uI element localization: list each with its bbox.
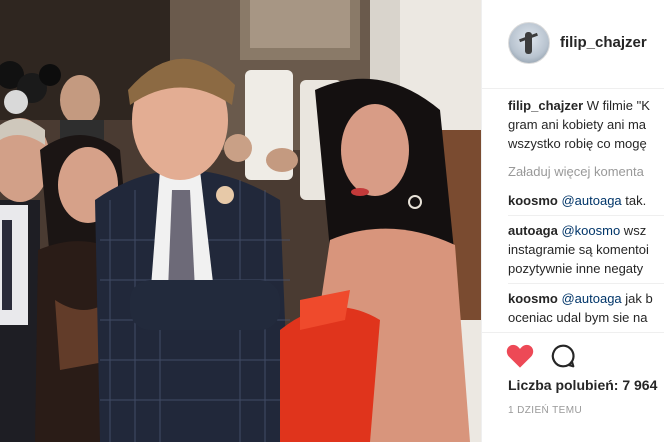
- likes-count[interactable]: Liczba polubień: 7 964: [508, 377, 657, 393]
- heart-icon[interactable]: [506, 343, 534, 369]
- comment-item: autoaga @koosmo wsz instagramie są komen…: [508, 215, 664, 278]
- comment-mention[interactable]: @koosmo: [561, 223, 620, 238]
- comment-mention[interactable]: @autoaga: [561, 193, 621, 208]
- username-link[interactable]: filip_chajzer: [560, 34, 647, 51]
- comment-item: koosmo @autoaga tak.: [508, 191, 664, 210]
- post-photo[interactable]: [0, 0, 481, 442]
- caption-text-line-3: wszystko robię co mogę: [508, 136, 647, 151]
- caption-text-line-1: W filmie "K: [583, 98, 650, 113]
- avatar-figure: [525, 32, 532, 54]
- comment-text-line-2: instagramie są komentoi: [508, 242, 649, 257]
- post-timestamp[interactable]: 1 DZIEŃ TEMU: [508, 405, 582, 416]
- load-more-comments-link[interactable]: Załaduj więcej komenta: [508, 162, 664, 181]
- comment-text: tak.: [621, 193, 647, 208]
- post-header: filip_chajzer: [482, 0, 664, 89]
- comment-mention[interactable]: @autoaga: [561, 291, 621, 306]
- post-side-panel: filip_chajzer filip_chajzer W filmie "K …: [481, 0, 664, 442]
- comment-text-line-2: oceniac udal bym sie na: [508, 310, 648, 325]
- post-actions: Liczba polubień: 7 964 1 DZIEŃ TEMU: [482, 332, 664, 442]
- avatar[interactable]: [508, 22, 550, 64]
- comment-username[interactable]: autoaga: [508, 223, 558, 238]
- comment-icon[interactable]: [550, 343, 576, 369]
- caption-username[interactable]: filip_chajzer: [508, 98, 583, 113]
- comment-text: wsz: [620, 223, 647, 238]
- caption: filip_chajzer W filmie "K gram ani kobie…: [508, 96, 664, 153]
- comment-text-line-3: pozytywnie inne negaty: [508, 261, 644, 276]
- comment-username[interactable]: koosmo: [508, 291, 558, 306]
- comments-list: filip_chajzer W filmie "K gram ani kobie…: [508, 96, 664, 336]
- post-photo-scene: [0, 0, 481, 442]
- comment-text: jak b: [621, 291, 653, 306]
- caption-text-line-2: gram ani kobiety ani ma: [508, 117, 647, 132]
- comment-username[interactable]: koosmo: [508, 193, 558, 208]
- comment-item: koosmo @autoaga jak b oceniac udal bym s…: [508, 283, 664, 327]
